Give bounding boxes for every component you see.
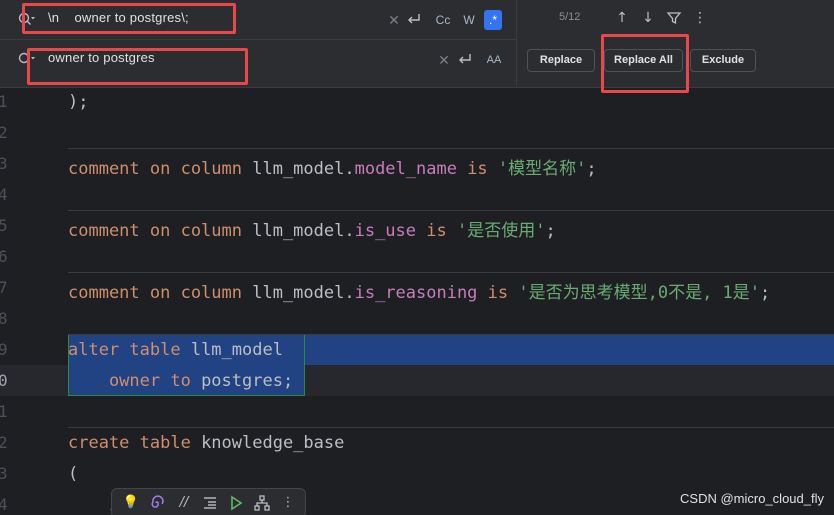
line-number: 2 — [0, 123, 8, 142]
code-token: ; — [760, 283, 771, 303]
code-token: is — [416, 221, 457, 241]
line-number: 3 — [0, 154, 8, 173]
clear-replace-icon[interactable]: ✕ — [435, 50, 453, 70]
clear-find-icon[interactable]: ✕ — [385, 10, 403, 30]
run-icon[interactable] — [227, 494, 245, 512]
regex-toggle[interactable]: .* — [484, 10, 502, 30]
code-token: is_reasoning — [354, 283, 478, 303]
code-text: comment on column llm_model.model_name i… — [68, 154, 597, 179]
code-line[interactable]: 1); — [0, 88, 834, 119]
code-token: postgres; — [190, 371, 294, 391]
code-line[interactable]: 9 alter table llm_model — [0, 336, 834, 367]
next-occurrence-icon[interactable]: ↓ — [640, 8, 656, 28]
line-number: 4 — [0, 185, 8, 204]
replace-history-icon[interactable] — [18, 52, 36, 68]
code-token: comment on column — [68, 159, 242, 179]
code-line[interactable]: 1 — [0, 398, 834, 429]
code-line[interactable]: 2 create table knowledge_base — [0, 429, 834, 460]
code-text: ( — [68, 464, 78, 484]
new-line-icon[interactable] — [405, 11, 423, 29]
watermark: CSDN @micro_cloud_fly — [680, 491, 824, 506]
code-line[interactable]: 6 — [0, 243, 834, 274]
format-icon[interactable] — [201, 494, 219, 512]
line-number: 5 — [0, 216, 8, 235]
code-text: comment on column llm_model.is_use is '是… — [68, 216, 556, 241]
search-history-icon[interactable] — [18, 12, 36, 28]
code-token: alter table — [68, 340, 181, 360]
find-input[interactable]: \n owner to postgres\; — [48, 10, 189, 25]
code-token: llm_model — [180, 340, 283, 360]
match-case-toggle[interactable]: Cc — [434, 10, 452, 30]
exclude-button[interactable]: Exclude — [690, 49, 756, 72]
line-number: 3 — [0, 464, 8, 483]
code-token: ( — [68, 464, 79, 484]
filter-icon[interactable] — [666, 10, 682, 26]
code-token: comment on column — [68, 283, 242, 303]
code-line[interactable]: 2 — [0, 119, 834, 150]
line-number: 9 — [0, 340, 8, 359]
line-number: 7 — [0, 278, 8, 297]
code-text: owner to postgres; — [68, 371, 293, 391]
code-token: is — [456, 159, 498, 179]
code-line[interactable]: 7 comment on column llm_model.is_reasonin… — [0, 274, 834, 305]
line-number: 6 — [0, 247, 8, 266]
line-number: 1 — [0, 92, 8, 111]
code-editor[interactable]: 1); 2 3 comment on column llm_model.model_n… — [0, 88, 834, 515]
code-text: comment on column llm_model.is_reasoning… — [68, 278, 770, 303]
line-number: 1 — [0, 402, 8, 421]
code-line[interactable]: 0 owner to postgres; — [0, 367, 834, 398]
line-number: 8 — [0, 309, 8, 328]
new-line-icon[interactable] — [456, 51, 474, 69]
whole-words-toggle[interactable]: W — [460, 10, 478, 30]
comment-icon[interactable]: // — [175, 494, 193, 512]
replace-input[interactable]: owner to postgres — [48, 50, 155, 65]
code-token: comment on column — [68, 221, 242, 241]
code-token: llm_model. — [242, 221, 355, 241]
code-token: knowledge_base — [190, 433, 345, 453]
more-options-icon[interactable]: ⋮ — [692, 8, 708, 28]
ai-spiral-icon[interactable] — [148, 494, 166, 512]
match-count: 5/12 — [559, 11, 581, 23]
code-text: create table knowledge_base — [68, 433, 344, 453]
code-line[interactable]: 5 comment on column llm_model.is_use is '… — [0, 212, 834, 243]
code-line[interactable]: 8 — [0, 305, 834, 336]
code-token: create table — [68, 433, 191, 453]
code-text: alter table llm_model — [68, 340, 283, 360]
code-token: ; — [586, 159, 597, 179]
replace-button[interactable]: Replace — [527, 49, 595, 72]
floating-toolbar: 💡 // ⋮ — [111, 488, 306, 515]
more-icon[interactable]: ⋮ — [279, 494, 297, 512]
code-line[interactable]: 3 comment on column llm_model.model_name … — [0, 150, 834, 181]
code-token: ; — [545, 221, 556, 241]
code-token: llm_model. — [242, 159, 355, 179]
code-token: model_name — [354, 159, 457, 179]
replace-all-button[interactable]: Replace All — [604, 49, 683, 72]
line-number: 0 — [0, 371, 8, 390]
panel-divider — [516, 0, 517, 88]
code-token: '模型名称' — [497, 159, 587, 179]
find-row: \n owner to postgres\; ✕ Cc W .* — [0, 0, 517, 40]
code-token: '是否为思考模型,0不是, 1是' — [518, 283, 761, 303]
replace-row: owner to postgres ✕ AA — [0, 40, 517, 80]
line-number: 2 — [0, 433, 8, 452]
find-replace-panel: \n owner to postgres\; ✕ Cc W .* owner t… — [0, 0, 834, 88]
code-token: llm_model. — [242, 283, 355, 303]
structure-icon[interactable] — [253, 494, 271, 512]
code-token: '是否使用' — [456, 221, 546, 241]
code-token: ); — [68, 92, 89, 112]
code-text: ); — [68, 92, 88, 112]
code-token: owner to — [68, 371, 191, 391]
code-token: is — [477, 283, 519, 303]
line-number: 4 — [0, 495, 8, 514]
preserve-case-icon[interactable]: AA — [485, 50, 503, 70]
code-line[interactable]: 3( — [0, 460, 834, 491]
code-token: is_use — [354, 221, 417, 241]
previous-occurrence-icon[interactable]: ↑ — [614, 8, 630, 28]
lightbulb-icon[interactable]: 💡 — [122, 494, 140, 512]
code-line[interactable]: 4 — [0, 181, 834, 212]
